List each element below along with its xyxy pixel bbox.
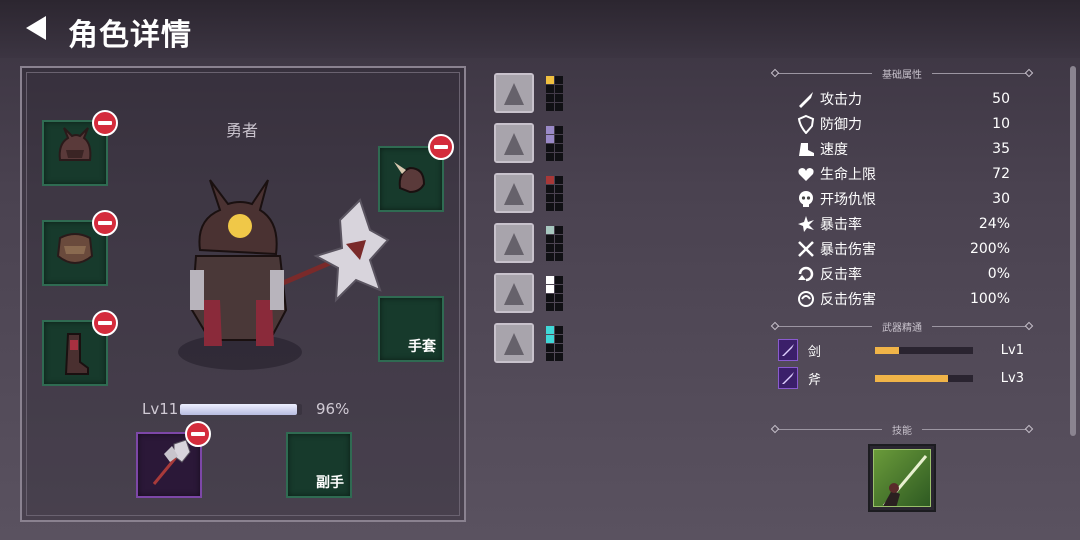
skill-card[interactable] [868,444,936,512]
stat-row: 防御力 10 [796,113,1010,135]
card-meter [546,76,564,111]
burst-icon [796,214,816,234]
xp-bar [180,404,302,415]
stat-name: 暴击率 [820,217,862,233]
claw-strike-card[interactable] [494,223,534,263]
mastery-bar [874,374,973,382]
stat-row: 攻击力 50 [796,88,1010,110]
stat-value: 10 [992,116,1010,132]
stat-value: 200% [969,241,1010,257]
hero-level: Lv11 [142,400,179,418]
mastery-bar [874,346,973,354]
stat-name: 速度 [820,142,848,158]
hero-name: 勇者 [226,121,259,140]
mastery-level: Lv3 [1000,370,1024,386]
stat-value: 24% [978,216,1010,232]
offhand-slot[interactable]: 副手 [286,432,352,498]
heart-icon [796,164,816,184]
gloves-slot-label: 手套 [408,339,436,355]
stat-row: 速度 35 [796,138,1010,160]
remove-armor-button[interactable] [92,210,118,236]
page-title: 角色详情 [68,18,192,53]
mastery-row: 斧 Lv3 [778,366,1024,390]
stat-value: 72 [992,166,1010,182]
stat-name: 反击率 [820,267,862,283]
sword-strike-skill-icon [882,455,928,506]
mastery-row: 剑 Lv1 [778,338,1024,362]
stat-name: 暴击伤害 [820,242,876,258]
stat-name: 开场仇恨 [820,192,876,208]
remove-helmet-button[interactable] [92,110,118,136]
stat-row: 开场仇恨 30 [796,188,1010,210]
card-meter [546,326,564,361]
ice-crystal-card[interactable] [494,323,534,363]
stat-name: 攻击力 [820,92,862,108]
stat-value: 0% [987,266,1010,282]
card-meter [546,176,564,211]
stat-row: 反击伤害 100% [796,288,1010,310]
hero-portrait [160,160,400,390]
mastery-bar-fill [874,374,949,382]
axe-mastery-icon [778,367,798,389]
sword-mastery-icon [778,339,798,361]
crossed-swords-icon [796,239,816,259]
card-meter [546,126,564,161]
swirl-icon [796,289,816,309]
mastery-name: 剑 [807,344,821,360]
stat-value: 30 [992,191,1010,207]
mastery-name: 斧 [807,372,821,388]
skills-header: 技能 [770,422,1034,437]
sword-icon [796,89,816,109]
card-meter [546,226,564,261]
stat-row: 生命上限 72 [796,163,1010,185]
counter-icon [796,264,816,284]
mastery-bar-fill [874,346,900,354]
base-attributes-header: 基础属性 [770,66,1034,81]
offhand-slot-label: 副手 [316,475,344,491]
mastery-level: Lv1 [1000,342,1024,358]
back-arrow-icon [26,16,46,40]
stat-row: 暴击率 24% [796,213,1010,235]
boot-icon [796,139,816,159]
stat-value: 35 [992,141,1010,157]
remove-boots-button[interactable] [92,310,118,336]
sword-slash-card[interactable] [494,173,534,213]
shield-icon [796,114,816,134]
armored-knight-card[interactable] [494,123,534,163]
back-button[interactable] [22,14,50,42]
weapon-mastery-header: 武器精通 [770,319,1034,334]
xp-bar-fill [180,404,298,415]
stat-row: 暴击伤害 200% [796,238,1010,260]
remove-weapon-button[interactable] [185,421,211,447]
stat-name: 生命上限 [820,167,876,183]
scrollbar[interactable] [1070,66,1076,436]
shadow-assassin-card[interactable] [494,73,534,113]
skull-icon [796,189,816,209]
stat-row: 反击率 0% [796,263,1010,285]
card-meter [546,276,564,311]
remove-shoulder-button[interactable] [428,134,454,160]
stat-name: 反击伤害 [820,292,876,308]
xp-percent: 96% [316,400,350,418]
stat-value: 50 [992,91,1010,107]
stat-value: 100% [969,291,1010,307]
stat-name: 防御力 [820,117,862,133]
winged-shield-card[interactable] [494,273,534,313]
